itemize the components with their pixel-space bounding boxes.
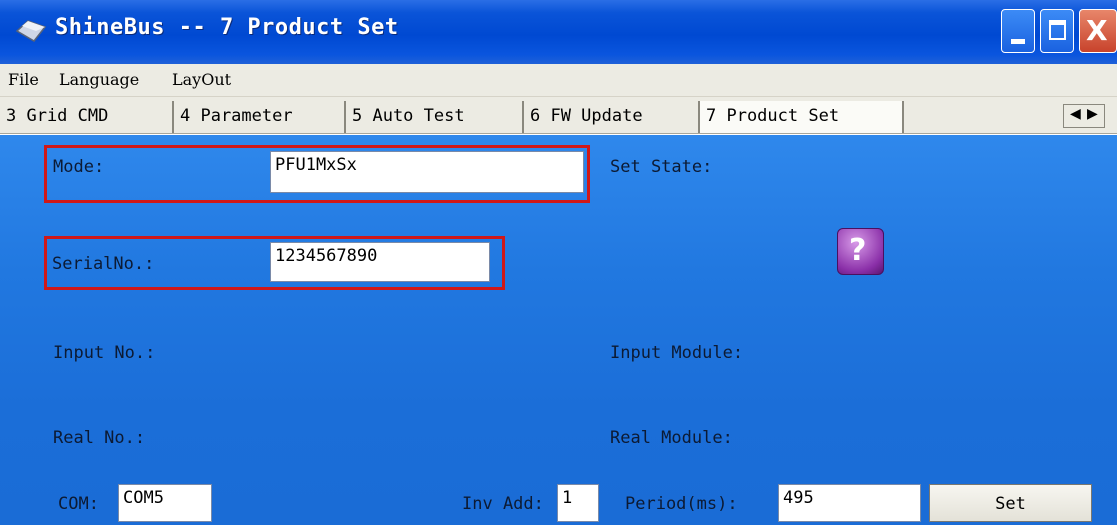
tab-auto-test[interactable]: 5 Auto Test — [346, 101, 524, 133]
tab-strip: 3 Grid CMD 4 Parameter 5 Auto Test 6 FW … — [0, 97, 1117, 134]
help-button[interactable]: ? — [837, 228, 884, 275]
inv-add-label: Inv Add: — [462, 494, 544, 514]
menu-language[interactable]: Language — [59, 70, 139, 89]
close-button[interactable]: X — [1079, 9, 1117, 53]
set-state-label: Set State: — [610, 157, 713, 177]
serial-label: SerialNo.: — [52, 254, 155, 274]
serial-input[interactable]: 1234567890 — [270, 242, 490, 282]
period-label: Period(ms): — [625, 494, 738, 514]
real-module-label: Real Module: — [610, 428, 733, 448]
close-icon: X — [1086, 14, 1108, 47]
title-bar[interactable]: ShineBus -- 7 Product Set X — [0, 0, 1117, 64]
mode-input[interactable]: PFU1MxSx — [270, 151, 584, 193]
real-no-label: Real No.: — [53, 428, 146, 448]
minimize-icon — [1011, 39, 1025, 44]
scroll-left-icon[interactable]: ◀ — [1070, 106, 1081, 122]
tab-fw-update[interactable]: 6 FW Update — [524, 101, 700, 133]
input-no-label: Input No.: — [53, 343, 156, 363]
tab-grid-cmd[interactable]: 3 Grid CMD — [0, 101, 174, 133]
set-button[interactable]: Set — [929, 484, 1092, 522]
mode-label: Mode: — [53, 157, 105, 177]
com-input[interactable]: COM5 — [118, 484, 212, 522]
maximize-icon — [1049, 20, 1066, 40]
minimize-button[interactable] — [1001, 9, 1035, 53]
diamond-app-icon — [15, 20, 47, 42]
menu-file[interactable]: File — [8, 70, 39, 89]
inv-add-input[interactable]: 1 — [557, 484, 599, 522]
input-module-label: Input Module: — [610, 343, 744, 363]
period-input[interactable]: 495 — [778, 484, 921, 522]
window-title: ShineBus -- 7 Product Set — [55, 15, 399, 40]
tab-parameter[interactable]: 4 Parameter — [174, 101, 346, 133]
menu-layout[interactable]: LayOut — [172, 70, 231, 89]
scroll-right-icon[interactable]: ▶ — [1087, 106, 1098, 122]
question-icon: ? — [849, 233, 867, 268]
tab-product-set[interactable]: 7 Product Set — [700, 101, 904, 133]
com-label: COM: — [58, 494, 99, 514]
maximize-button[interactable] — [1040, 9, 1074, 53]
tab-scroll-control[interactable]: ◀ ▶ — [1063, 104, 1105, 128]
menu-bar: File Language LayOut — [0, 64, 1117, 97]
